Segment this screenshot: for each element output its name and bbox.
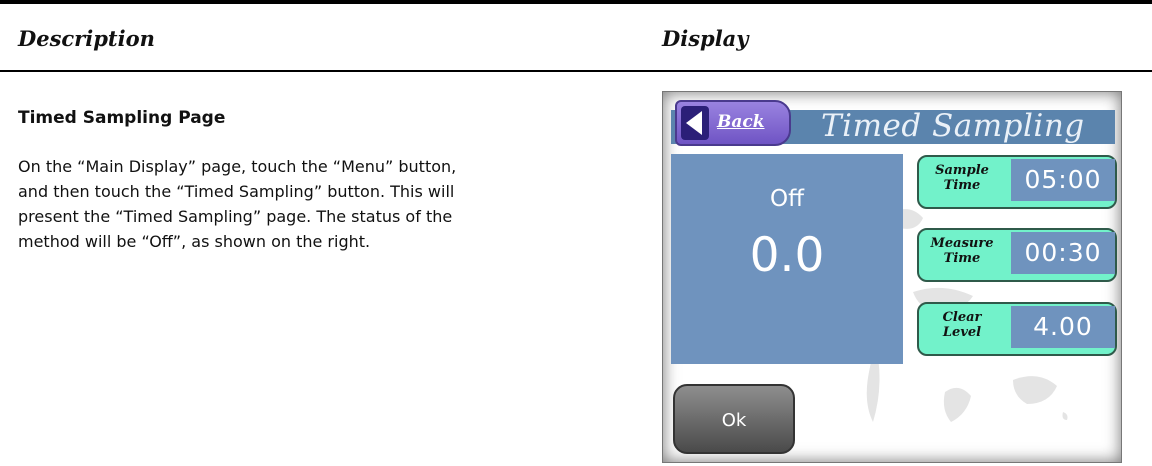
back-button-label: Back xyxy=(717,112,765,132)
measure-time-param: Measure Time 00:30 xyxy=(917,228,1119,284)
top-rule xyxy=(0,0,1152,4)
clear-level-param: Clear Level 4.00 xyxy=(917,302,1119,358)
display-column-heading: Display xyxy=(662,26,749,51)
section-title: Timed Sampling Page xyxy=(18,108,226,128)
sample-time-param: Sample Time 05:00 xyxy=(917,155,1119,211)
ok-button[interactable]: Ok xyxy=(673,384,795,454)
header-rule xyxy=(0,70,1152,72)
reading-value: 0.0 xyxy=(749,228,825,283)
clear-level-value: 4.00 xyxy=(1011,306,1115,348)
status-text: Off xyxy=(770,186,804,212)
sample-time-value: 05:00 xyxy=(1011,159,1115,201)
clear-level-label: Clear Level xyxy=(942,310,982,340)
sample-time-label: Sample Time xyxy=(935,163,989,193)
back-arrow-icon xyxy=(681,106,709,140)
section-body: On the “Main Display” page, touch the “M… xyxy=(18,157,457,251)
measure-time-value: 00:30 xyxy=(1011,232,1115,274)
measure-time-label: Measure Time xyxy=(930,236,994,266)
ok-button-label: Ok xyxy=(721,410,747,431)
screen-title: Timed Sampling xyxy=(821,108,1085,144)
back-button[interactable]: Back xyxy=(675,100,791,146)
status-panel: Off 0.0 xyxy=(671,154,903,364)
device-screen: Timed Sampling Back Off 0.0 Sample Time 0… xyxy=(662,91,1122,463)
description-column-heading: Description xyxy=(18,26,155,51)
